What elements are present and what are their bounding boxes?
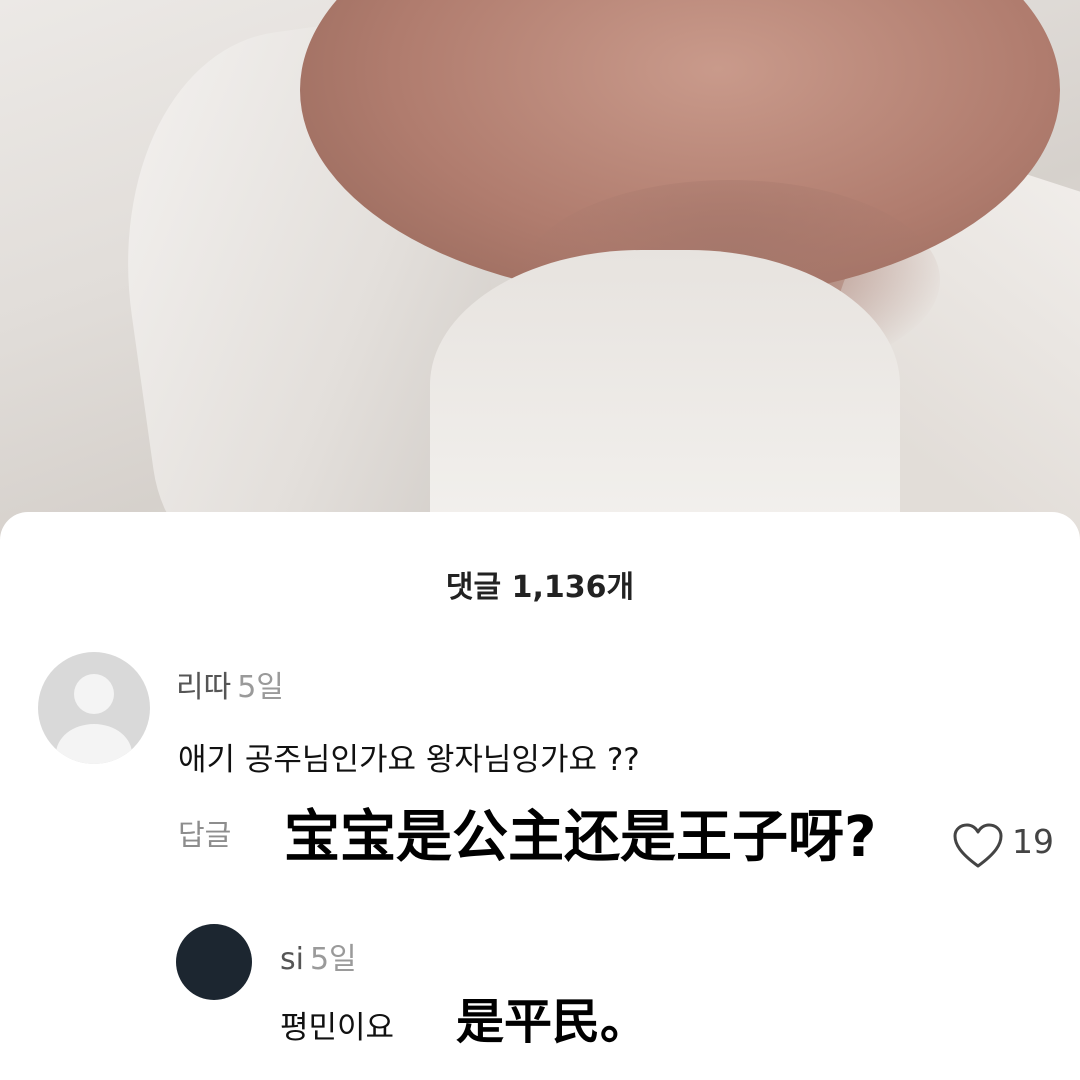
caption-overlay: 是平民。 — [456, 994, 649, 1050]
avatar-head — [74, 674, 114, 714]
comment-time: 5일 — [237, 670, 284, 705]
comment-header: si 5일 — [280, 934, 357, 978]
like-count: 19 — [1012, 822, 1054, 861]
comment-text: 평민이요 — [280, 1010, 395, 1046]
caption-overlay: 宝宝是公主还是王子呀? — [284, 805, 877, 870]
comment-username[interactable]: si — [280, 942, 304, 977]
comment-header: 리따 5일 — [176, 662, 284, 706]
post-photo — [0, 0, 1080, 540]
comments-count-title: 댓글 1,136개 — [445, 570, 635, 605]
comment-text: 애기 공주님인가요 왕자님잉가요 ?? — [178, 742, 640, 778]
comment-time: 5일 — [309, 942, 357, 977]
default-avatar-icon[interactable] — [38, 652, 150, 764]
avatar-body — [56, 724, 132, 764]
comment-username[interactable]: 리따 — [176, 670, 231, 705]
comments-sheet: 댓글 1,136개 리따 5일 애기 공주님인가요 왕자님잉가요 ?? 답글 宝宝… — [0, 512, 1080, 1080]
onesie-collar — [430, 250, 900, 540]
heart-icon[interactable] — [952, 822, 1004, 870]
reply-button[interactable]: 답글 — [178, 812, 231, 854]
dark-avatar-icon[interactable] — [176, 924, 252, 1000]
